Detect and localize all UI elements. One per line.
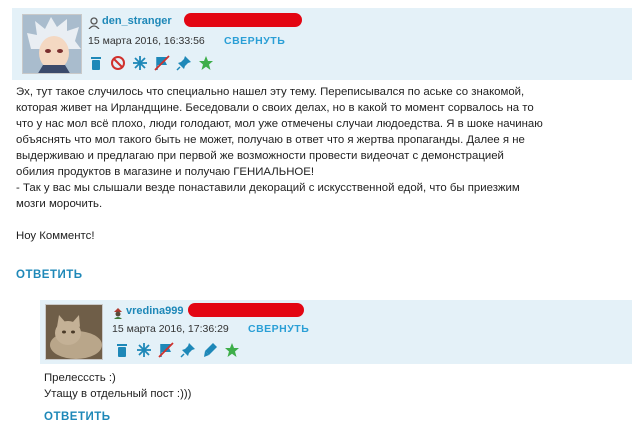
comment-line <box>16 212 628 228</box>
trash-icon[interactable] <box>114 342 130 358</box>
comment-line: обилия продуктов в магазине и получаю ГЕ… <box>16 166 315 178</box>
reply-button[interactable]: ОТВЕТИТЬ <box>16 269 83 281</box>
collapse-button[interactable]: СВЕРНУТЬ <box>224 35 285 47</box>
snowflake-icon[interactable] <box>136 342 152 358</box>
avatar[interactable] <box>22 14 82 74</box>
strikethrough-flag-icon[interactable] <box>158 342 174 358</box>
comment-line: мозги морочить. <box>16 198 103 210</box>
comment-line: - Так у вас мы слышали везде понаставили… <box>16 182 520 194</box>
username[interactable]: vredina999 <box>126 305 183 317</box>
moderation-toolbar <box>88 55 214 71</box>
marker-icon[interactable] <box>202 342 218 358</box>
comment-header: vredina999 15 марта 2016, 17:36:29 СВЕРН… <box>40 300 632 364</box>
redaction-mark <box>184 13 302 27</box>
comment-line: что у нас мол всё плохо, люди голодают, … <box>16 118 543 130</box>
comment-line: Прелесссть :) <box>44 372 116 384</box>
user-icon <box>88 16 100 30</box>
redaction-mark <box>188 303 304 317</box>
comment-line: объяснять что мол такого быть не может, … <box>16 134 525 146</box>
comment-line: Ноу Комментс! <box>16 230 95 242</box>
star-icon[interactable] <box>224 342 240 358</box>
snowflake-icon[interactable] <box>132 55 148 71</box>
ban-icon[interactable] <box>110 55 126 71</box>
trash-icon[interactable] <box>88 55 104 71</box>
pin-icon[interactable] <box>176 55 192 71</box>
comment-body: Прелесссть :) Утащу в отдельный пост :))… <box>44 370 624 402</box>
user-icon <box>112 306 124 319</box>
comment-line: Эх, тут такое случилось что специально н… <box>16 86 525 98</box>
moderation-toolbar <box>114 342 240 358</box>
strikethrough-flag-icon[interactable] <box>154 55 170 71</box>
username[interactable]: den_stranger <box>102 15 172 27</box>
comment-line: выдерживаю и предлагаю при первой же воз… <box>16 150 504 162</box>
avatar[interactable] <box>45 304 103 360</box>
reply-button[interactable]: ОТВЕТИТЬ <box>44 411 111 423</box>
pin-icon[interactable] <box>180 342 196 358</box>
timestamp: 15 марта 2016, 16:33:56 <box>88 35 205 47</box>
timestamp: 15 марта 2016, 17:36:29 <box>112 323 229 335</box>
collapse-button[interactable]: СВЕРНУТЬ <box>248 323 309 335</box>
comment-line: которая живет на Ирландщине. Беседовали … <box>16 102 534 114</box>
comment-line: Утащу в отдельный пост :))) <box>44 388 192 400</box>
comment-header: den_stranger 15 марта 2016, 16:33:56 СВЕ… <box>12 8 632 80</box>
comment-body: Эх, тут такое случилось что специально н… <box>16 84 628 244</box>
star-icon[interactable] <box>198 55 214 71</box>
